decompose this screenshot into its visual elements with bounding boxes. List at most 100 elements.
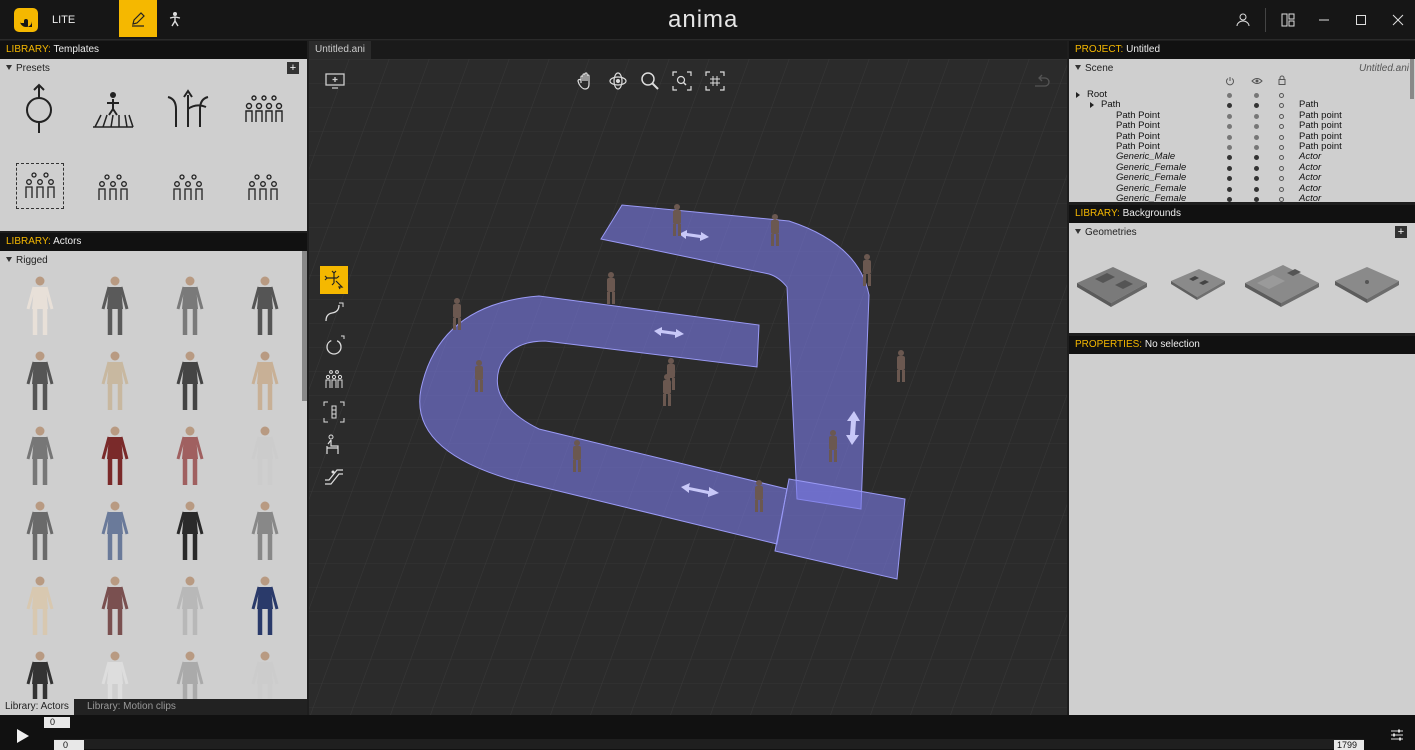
- preset-crowd[interactable]: [238, 81, 288, 137]
- actor-thumbnail[interactable]: [22, 425, 58, 487]
- zoom-tool-button[interactable]: [638, 69, 662, 93]
- lock-toggle[interactable]: [1279, 124, 1284, 130]
- stairs-tool[interactable]: [320, 463, 348, 491]
- scene-section[interactable]: Scene: [1075, 63, 1113, 74]
- actor-thumbnail[interactable]: [247, 275, 283, 337]
- actor-thumbnail[interactable]: [22, 275, 58, 337]
- preset-crowd-area[interactable]: [16, 163, 64, 209]
- area-tool[interactable]: [320, 398, 348, 426]
- preset-paths[interactable]: [163, 81, 213, 137]
- visibility-toggle[interactable]: [1227, 103, 1232, 109]
- actor-mode-button[interactable]: [156, 0, 194, 37]
- presets-section[interactable]: Presets: [6, 63, 50, 74]
- actor-thumbnail[interactable]: [247, 575, 283, 637]
- actor-thumbnail[interactable]: [172, 650, 208, 699]
- actor-thumbnail[interactable]: [247, 650, 283, 699]
- actor-thumbnail[interactable]: [172, 425, 208, 487]
- select-move-tool[interactable]: [320, 266, 348, 294]
- lock-toggle[interactable]: [1279, 113, 1284, 119]
- lock-toggle[interactable]: [1279, 197, 1284, 202]
- geometry-thumbnail-2[interactable]: [1169, 265, 1227, 303]
- lock-toggle[interactable]: [1279, 145, 1284, 150]
- zoom-region-button[interactable]: [670, 69, 694, 93]
- preset-crowd-4[interactable]: [238, 163, 288, 213]
- lock-toggle[interactable]: [1279, 176, 1284, 182]
- visibility-toggle[interactable]: [1227, 124, 1232, 130]
- visibility-toggle[interactable]: [1227, 93, 1232, 98]
- lock-toggle[interactable]: [1279, 134, 1284, 140]
- geometries-section[interactable]: Geometries: [1075, 227, 1137, 238]
- actor-thumbnail[interactable]: [172, 575, 208, 637]
- expand-arrow-icon[interactable]: [1076, 92, 1080, 98]
- viewport-3d[interactable]: [309, 59, 1067, 715]
- actor-thumbnail[interactable]: [247, 350, 283, 412]
- current-frame-field[interactable]: 0: [44, 717, 70, 728]
- eye-toggle[interactable]: [1254, 197, 1259, 202]
- actor-thumbnail[interactable]: [97, 425, 133, 487]
- preset-crowd-3[interactable]: [163, 163, 213, 213]
- lock-toggle[interactable]: [1279, 165, 1284, 171]
- path-tool[interactable]: [320, 299, 348, 327]
- lock-toggle[interactable]: [1279, 155, 1284, 161]
- play-button[interactable]: [10, 725, 34, 747]
- eye-toggle[interactable]: [1254, 165, 1259, 171]
- eye-toggle[interactable]: [1254, 113, 1259, 119]
- visibility-toggle[interactable]: [1227, 165, 1232, 171]
- eye-toggle[interactable]: [1254, 124, 1259, 130]
- eye-toggle[interactable]: [1254, 155, 1259, 161]
- tab-library-actors[interactable]: Library: Actors: [0, 699, 74, 715]
- add-geometry-button[interactable]: +: [1395, 226, 1407, 238]
- geometry-thumbnail-4[interactable]: [1333, 263, 1401, 305]
- eye-toggle[interactable]: [1254, 145, 1259, 150]
- undo-history-button[interactable]: [1029, 71, 1053, 95]
- visibility-toggle[interactable]: [1227, 113, 1232, 119]
- scene-tree-row[interactable]: Generic_Female Actor: [1069, 193, 1409, 202]
- timeline-settings-button[interactable]: [1386, 725, 1408, 745]
- geometry-thumbnail-1[interactable]: [1075, 263, 1149, 307]
- actor-thumbnail[interactable]: [22, 650, 58, 699]
- actor-thumbnail[interactable]: [172, 350, 208, 412]
- display-toggle-button[interactable]: [323, 69, 347, 93]
- eye-toggle[interactable]: [1254, 176, 1259, 182]
- preset-roundabout[interactable]: [14, 81, 64, 137]
- visibility-toggle[interactable]: [1227, 155, 1232, 161]
- lock-toggle[interactable]: [1279, 103, 1284, 109]
- orbit-tool-button[interactable]: [606, 69, 630, 93]
- frame-all-button[interactable]: [703, 69, 727, 93]
- document-tab[interactable]: Untitled.ani: [309, 41, 372, 59]
- visibility-toggle[interactable]: [1227, 176, 1232, 182]
- geometry-thumbnail-3[interactable]: [1243, 261, 1321, 309]
- maximize-button[interactable]: [1349, 8, 1373, 32]
- actor-thumbnail[interactable]: [97, 650, 133, 699]
- actor-thumbnail[interactable]: [22, 575, 58, 637]
- actors-scrollbar[interactable]: [302, 251, 307, 401]
- user-button[interactable]: [1231, 8, 1255, 32]
- eye-toggle[interactable]: [1254, 186, 1259, 192]
- close-button[interactable]: [1386, 8, 1410, 32]
- eye-toggle[interactable]: [1254, 134, 1259, 140]
- actor-thumbnail[interactable]: [172, 275, 208, 337]
- actor-thumbnail[interactable]: [97, 275, 133, 337]
- actor-thumbnail[interactable]: [97, 350, 133, 412]
- seat-tool[interactable]: [320, 431, 348, 459]
- edit-mode-button[interactable]: [119, 0, 157, 37]
- preset-crowd-2[interactable]: [88, 163, 138, 213]
- actor-thumbnail[interactable]: [247, 500, 283, 562]
- lock-toggle[interactable]: [1279, 186, 1284, 192]
- actor-thumbnail[interactable]: [172, 500, 208, 562]
- lock-toggle[interactable]: [1279, 93, 1284, 98]
- visibility-toggle[interactable]: [1227, 186, 1232, 192]
- add-preset-button[interactable]: +: [287, 62, 299, 74]
- visibility-toggle[interactable]: [1227, 197, 1232, 202]
- actor-thumbnail[interactable]: [97, 575, 133, 637]
- expand-arrow-icon[interactable]: [1090, 102, 1094, 109]
- preset-crosswalk[interactable]: [88, 81, 138, 137]
- timeline-track[interactable]: [54, 739, 1364, 749]
- crowd-tool[interactable]: [320, 365, 348, 393]
- rigged-section[interactable]: Rigged: [6, 255, 48, 266]
- actor-thumbnail[interactable]: [22, 350, 58, 412]
- eye-toggle[interactable]: [1254, 103, 1259, 109]
- visibility-toggle[interactable]: [1227, 145, 1232, 150]
- loop-tool[interactable]: [320, 332, 348, 360]
- scene-scrollbar[interactable]: [1410, 59, 1414, 99]
